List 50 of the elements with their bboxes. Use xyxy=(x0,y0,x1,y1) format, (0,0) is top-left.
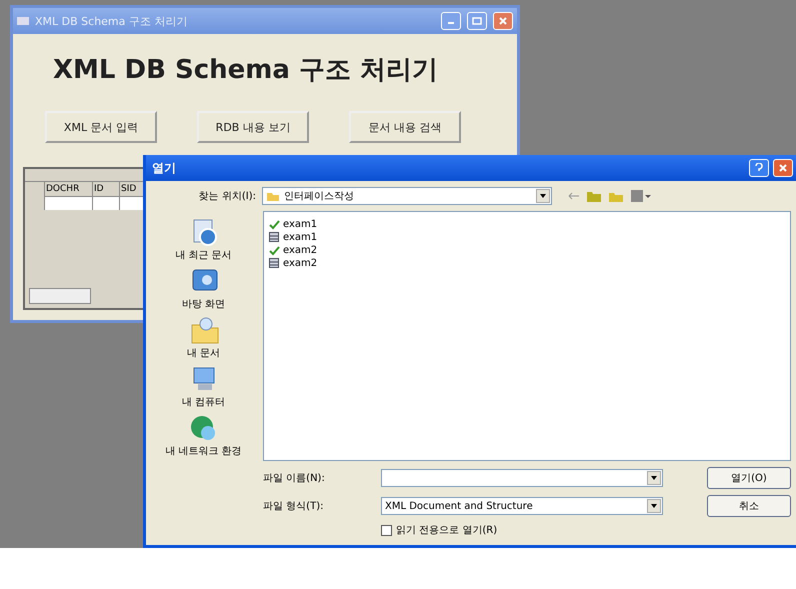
file-item[interactable]: exam2 xyxy=(268,257,320,269)
look-in-label: 찾는 위치(I): xyxy=(198,190,256,203)
action-button[interactable]: 문서 내용 검색 xyxy=(349,111,461,143)
dropdown-arrow-icon xyxy=(540,194,546,198)
view-menu-icon[interactable] xyxy=(630,189,652,203)
file-icon xyxy=(268,231,280,243)
file-type-dropdown[interactable]: XML Document and Structure xyxy=(381,497,663,515)
help-icon xyxy=(755,163,763,173)
place-icon xyxy=(188,315,218,345)
file-name-label: 파일 이름(N): xyxy=(263,472,326,485)
grid-cell[interactable] xyxy=(93,196,120,210)
places-item[interactable]: 내 네트워크 환경 xyxy=(165,413,242,458)
close-button[interactable] xyxy=(773,159,793,177)
dropdown-arrow-icon xyxy=(651,476,657,480)
cancel-button[interactable]: 취소 xyxy=(707,495,791,517)
places-item[interactable]: 내 최근 문서 xyxy=(175,217,232,262)
action-button[interactable]: RDB 내용 보기 xyxy=(197,111,309,143)
places-item[interactable]: 바탕 화면 xyxy=(182,266,226,311)
file-item[interactable]: exam1 xyxy=(268,231,320,243)
maximize-button[interactable] xyxy=(467,12,487,30)
open-button[interactable]: 열기(O) xyxy=(707,467,791,489)
file-icon xyxy=(268,257,280,269)
file-item[interactable]: exam2 xyxy=(268,244,320,256)
close-icon xyxy=(779,164,787,172)
read-only-checkbox[interactable] xyxy=(381,524,392,536)
file-item[interactable]: exam1 xyxy=(268,218,320,230)
checkbox-label: 읽기 전용으로 열기(R) xyxy=(396,524,498,537)
close-button[interactable] xyxy=(493,12,513,30)
maximize-icon xyxy=(472,17,482,25)
help-button[interactable] xyxy=(749,159,769,177)
file-icon xyxy=(268,218,280,230)
folder-up-icon[interactable] xyxy=(586,189,602,203)
app-icon xyxy=(17,16,29,26)
window-title: XML DB Schema 구조 처리기 xyxy=(35,14,188,28)
look-in-dropdown[interactable]: 인터페이스작성 xyxy=(262,187,552,205)
file-type-label: 파일 형식(T): xyxy=(263,500,324,513)
grid-cell[interactable] xyxy=(45,196,93,210)
minimize-button[interactable] xyxy=(441,12,461,30)
dropdown-arrow-icon xyxy=(651,504,657,508)
close-icon xyxy=(499,17,507,25)
back-arrow-icon[interactable] xyxy=(568,191,580,201)
action-button[interactable]: XML 문서 입력 xyxy=(45,111,157,143)
app-heading: XML DB Schema 구조 처리기 xyxy=(53,54,440,87)
folder-icon xyxy=(266,190,280,202)
places-item[interactable]: 내 문서 xyxy=(186,315,220,360)
dialog-title: 열기 xyxy=(152,160,177,176)
file-icon xyxy=(268,244,280,256)
places-item[interactable]: 내 컴퓨터 xyxy=(182,364,226,409)
file-name-field[interactable] xyxy=(381,469,663,487)
horizontal-scrollbar[interactable] xyxy=(29,288,91,304)
